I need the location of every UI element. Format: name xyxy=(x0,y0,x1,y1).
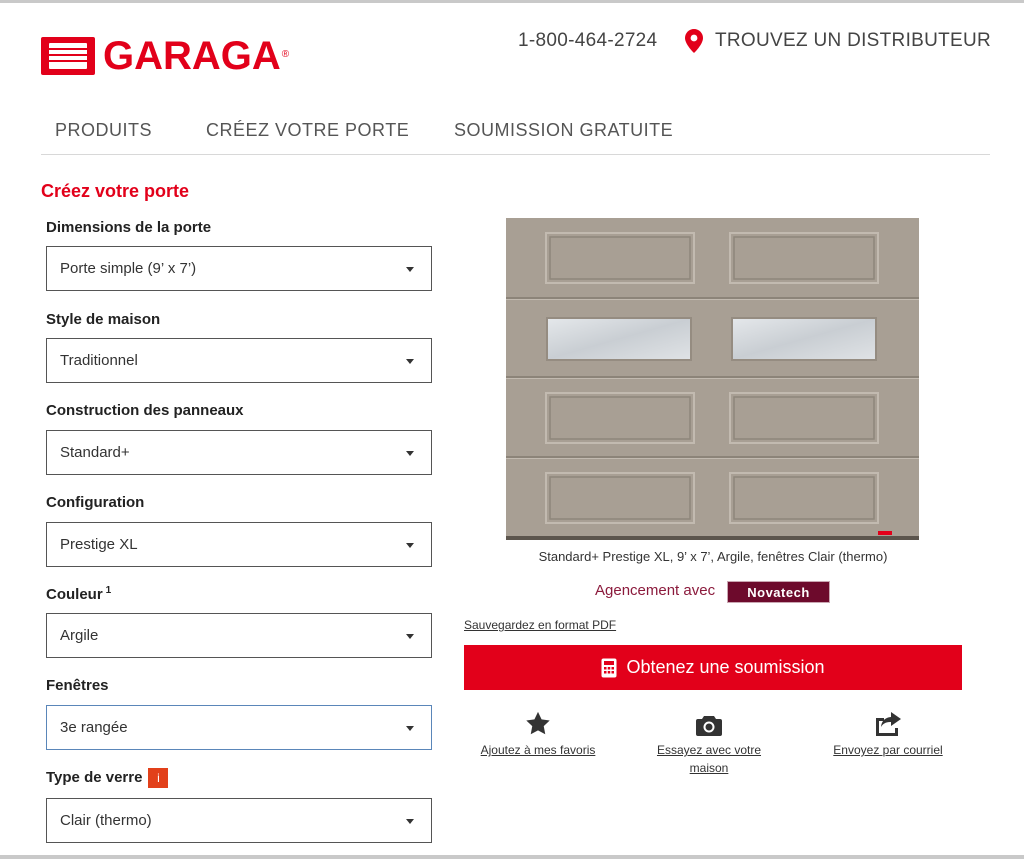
try-with-house-action[interactable]: Essayez avec votre maison xyxy=(634,706,784,777)
get-quote-label: Obtenez une soumission xyxy=(626,657,825,677)
configuration-value: Prestige XL xyxy=(60,536,138,553)
chevron-down-icon xyxy=(406,634,414,639)
chevron-down-icon xyxy=(406,451,414,456)
field-label-dimensions: Dimensions de la porte xyxy=(46,219,212,236)
door-preview-image xyxy=(506,218,919,540)
style-select[interactable]: Traditionnel xyxy=(46,338,432,383)
find-dealer-link[interactable]: TROUVEZ UN DISTRIBUTEUR xyxy=(715,30,991,52)
garage-door-logo-icon xyxy=(41,37,95,75)
share-icon xyxy=(813,706,963,736)
get-quote-button[interactable]: Obtenez une soumission xyxy=(464,645,962,690)
couleur-label-text: Couleur xyxy=(46,586,103,603)
nav-item-produits[interactable]: PRODUITS xyxy=(55,120,152,141)
fenetres-select[interactable]: 3e rangée xyxy=(46,705,432,750)
camera-icon xyxy=(634,706,784,736)
field-label-configuration: Configuration xyxy=(46,494,145,511)
construction-select[interactable]: Standard+ xyxy=(46,430,432,475)
field-label-style: Style de maison xyxy=(46,311,161,328)
nav-item-soumission-gratuite[interactable]: SOUMISSION GRATUITE xyxy=(454,120,673,141)
chevron-down-icon xyxy=(406,267,414,272)
garaga-logo[interactable]: GARAGA ® xyxy=(41,36,289,76)
footnote-marker: 1 xyxy=(105,585,112,596)
send-email-action[interactable]: Envoyez par courriel xyxy=(813,706,963,759)
save-pdf-link[interactable]: Sauvegardez en format PDF xyxy=(464,618,616,632)
field-label-fenetres: Fenêtres xyxy=(46,677,109,694)
configuration-select[interactable]: Prestige XL xyxy=(46,522,432,567)
agencement-label: Agencement avec xyxy=(595,582,716,599)
bottom-border xyxy=(0,855,1024,859)
phone-number-link[interactable]: 1-800-464-2724 xyxy=(518,30,657,52)
novatech-logo[interactable]: Novatech xyxy=(727,581,830,603)
star-icon xyxy=(463,706,613,736)
couleur-select[interactable]: Argile xyxy=(46,613,432,658)
construction-value: Standard+ xyxy=(60,444,130,461)
door-caption: Standard+ Prestige XL, 9’ x 7’, Argile, … xyxy=(538,549,888,564)
logo-text: GARAGA xyxy=(103,34,281,78)
dimensions-select[interactable]: Porte simple (9’ x 7’) xyxy=(46,246,432,291)
couleur-value: Argile xyxy=(60,627,99,644)
field-label-couleur: Couleur 1 xyxy=(46,585,111,603)
logo-registered-mark: ® xyxy=(281,48,290,60)
chevron-down-icon xyxy=(406,726,414,731)
type-verre-value: Clair (thermo) xyxy=(60,812,152,829)
add-favorite-action[interactable]: Ajoutez à mes favoris xyxy=(463,706,613,759)
top-border xyxy=(0,0,1024,3)
map-pin-icon[interactable] xyxy=(685,29,703,58)
try-with-house-label: Essayez avec votre maison xyxy=(656,743,762,775)
main-nav: PRODUITS CRÉEZ VOTRE PORTE SOUMISSION GR… xyxy=(41,108,990,155)
fenetres-value: 3e rangée xyxy=(60,719,128,736)
send-email-label: Envoyez par courriel xyxy=(833,743,943,757)
type-verre-select[interactable]: Clair (thermo) xyxy=(46,798,432,843)
field-label-type-verre: Type de verre i xyxy=(46,768,169,788)
nav-item-creez-votre-porte[interactable]: CRÉEZ VOTRE PORTE xyxy=(206,120,409,141)
info-icon[interactable]: i xyxy=(148,768,169,788)
type-verre-label-text: Type de verre xyxy=(46,768,143,786)
field-label-construction: Construction des panneaux xyxy=(46,402,244,419)
section-title: Créez votre porte xyxy=(41,181,190,201)
chevron-down-icon xyxy=(406,819,414,824)
chevron-down-icon xyxy=(406,359,414,364)
add-favorite-label: Ajoutez à mes favoris xyxy=(480,743,596,757)
style-value: Traditionnel xyxy=(60,352,138,369)
calculator-icon xyxy=(601,658,617,677)
chevron-down-icon xyxy=(406,543,414,548)
dimensions-value: Porte simple (9’ x 7’) xyxy=(60,260,197,277)
